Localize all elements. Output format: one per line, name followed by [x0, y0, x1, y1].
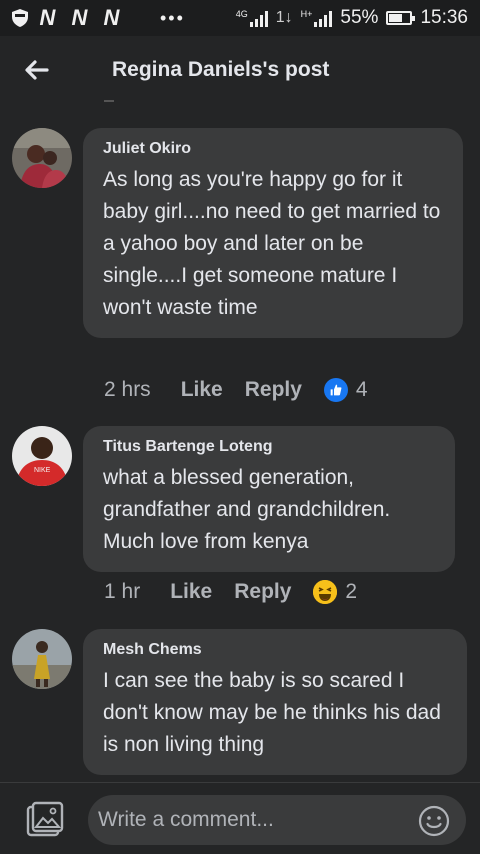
- comment-composer: Write a comment...: [0, 782, 480, 854]
- avatar[interactable]: NIKE: [12, 426, 72, 486]
- signal-strength-icon: 4G: [235, 8, 268, 27]
- more-notifications-icon: •••: [160, 7, 185, 28]
- notification-n-icon: N: [71, 5, 88, 30]
- data-activity-icon: 1↓: [275, 9, 293, 26]
- reaction-count: 2: [345, 580, 358, 603]
- comment-bubble[interactable]: Mesh Chems I can see the baby is so scar…: [83, 629, 467, 775]
- comment-text: what a blessed generation, grandfather a…: [103, 466, 391, 553]
- battery-icon: [386, 11, 416, 25]
- comment-text: As long as you're happy go for it baby g…: [103, 168, 441, 319]
- network-type-label: 4G: [235, 8, 248, 19]
- comment-author[interactable]: Mesh Chems: [103, 641, 447, 659]
- network-type-label: H+: [300, 8, 313, 19]
- haha-icon: [313, 580, 338, 604]
- comment-author[interactable]: Titus Bartenge Loteng: [103, 438, 435, 456]
- arrow-left-icon[interactable]: [22, 56, 50, 84]
- comment-text: I can see the baby is so scared I don't …: [103, 669, 441, 756]
- comment-actions: 1 hr Like Reply 2: [104, 580, 357, 604]
- status-bar: N N N ••• 4G 1↓ H+ 55% 15:36: [0, 0, 480, 36]
- avatar[interactable]: [12, 629, 72, 689]
- comment-actions: 2 hrs Like Reply 4: [104, 378, 368, 402]
- thumbs-up-icon: [323, 378, 348, 402]
- comment-time: 2 hrs: [104, 378, 151, 401]
- svg-text:NIKE: NIKE: [34, 467, 51, 474]
- photo-icon[interactable]: [26, 801, 64, 837]
- notification-n-icon: N: [103, 5, 120, 30]
- comment-input-placeholder: Write a comment...: [98, 808, 274, 831]
- notification-n-icon: N: [39, 5, 56, 30]
- comment-time: 1 hr: [104, 580, 141, 603]
- battery-level-fill: [389, 14, 402, 22]
- comment-author[interactable]: Juliet Okiro: [103, 140, 443, 158]
- comment-bubble[interactable]: Juliet Okiro As long as you're happy go …: [83, 128, 463, 338]
- avatar[interactable]: [12, 128, 72, 188]
- reply-button[interactable]: Reply: [245, 378, 302, 402]
- like-button[interactable]: Like: [181, 378, 223, 402]
- battery-percent: 55%: [340, 7, 379, 28]
- shield-icon: [12, 9, 28, 27]
- reaction-count: 4: [355, 378, 368, 401]
- reply-button[interactable]: Reply: [234, 580, 291, 604]
- comment-input[interactable]: Write a comment...: [88, 795, 466, 845]
- emoji-icon[interactable]: [418, 805, 450, 837]
- page-title: Regina Daniels's post: [112, 58, 330, 81]
- like-button[interactable]: Like: [170, 580, 212, 604]
- reaction-summary[interactable]: 4: [323, 378, 368, 402]
- signal-strength-icon: H+: [300, 8, 333, 27]
- comment-bubble[interactable]: Titus Bartenge Loteng what a blessed gen…: [83, 426, 455, 572]
- clock: 15:36: [420, 7, 468, 28]
- reaction-summary[interactable]: 2: [313, 580, 357, 604]
- divider: [104, 100, 114, 102]
- post-header: Regina Daniels's post: [0, 36, 480, 106]
